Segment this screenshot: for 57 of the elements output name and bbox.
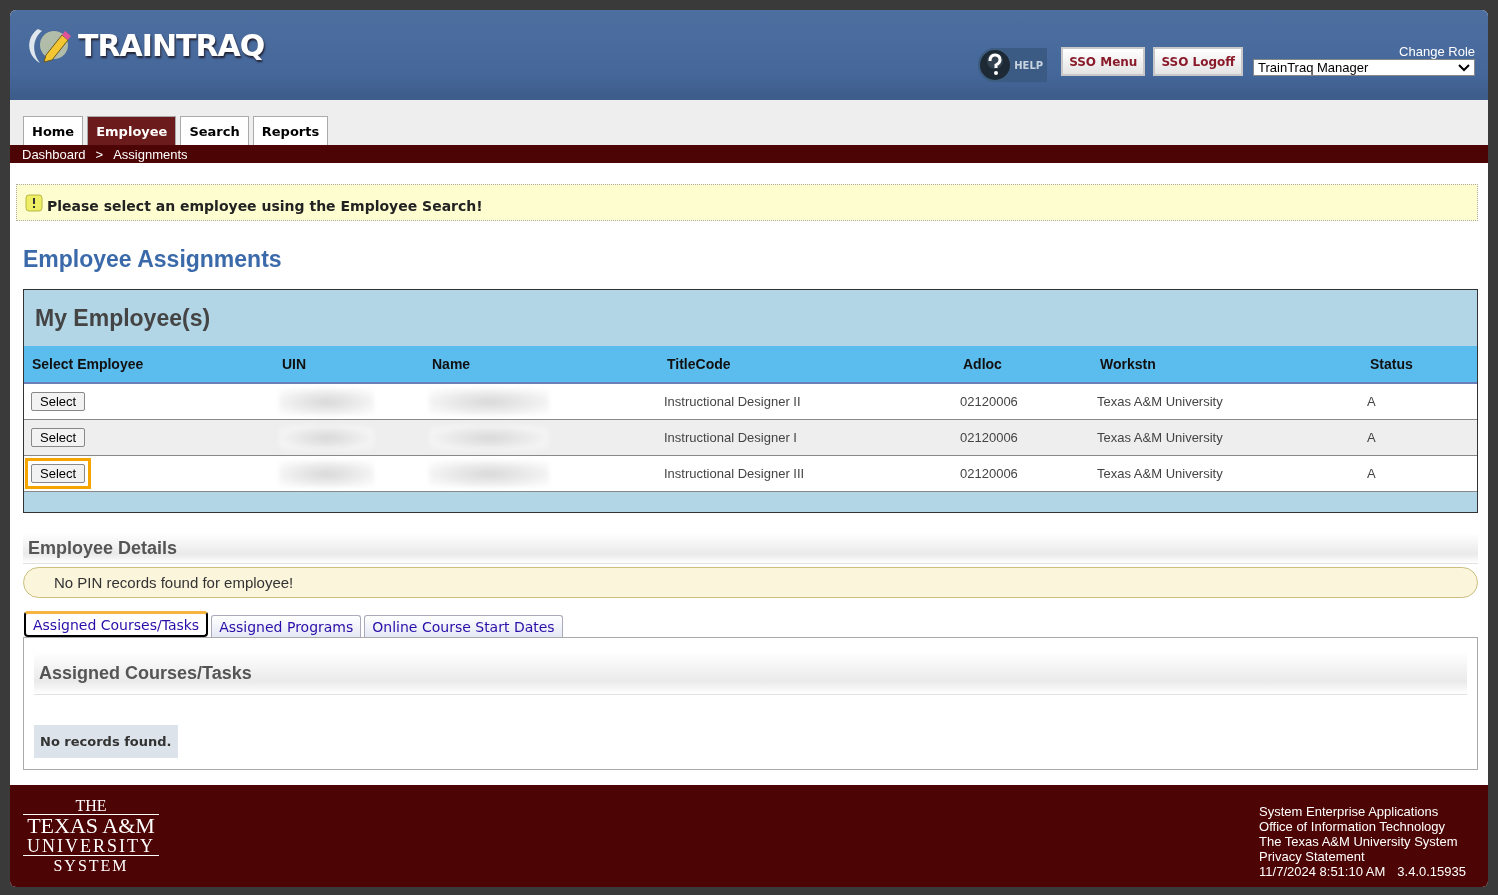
column-header: UIN xyxy=(281,355,308,374)
system-logo-text: TEXAS A&M xyxy=(23,814,159,837)
info-message: No PIN records found for employee! xyxy=(23,567,1478,598)
table-cell: A xyxy=(1367,466,1376,481)
table-cell: Instructional Designer I xyxy=(664,430,797,445)
footer-text: System Enterprise Applications xyxy=(1259,803,1440,819)
system-logo-text: THE xyxy=(75,798,107,814)
content-tab[interactable]: Assigned Courses/Tasks xyxy=(24,611,209,637)
table-cell: 02120006 xyxy=(960,430,1018,445)
table-cell: Texas A&M University xyxy=(1097,466,1223,481)
nav-tab[interactable]: Home xyxy=(23,116,84,145)
column-header: Status xyxy=(1369,355,1414,374)
table-cell: Instructional Designer II xyxy=(664,394,801,409)
nav-tab[interactable]: Employee xyxy=(87,116,177,145)
empty-message: No records found. xyxy=(34,725,178,758)
nav-tab[interactable]: Reports xyxy=(252,116,329,145)
privacy-link[interactable]: Privacy Statement xyxy=(1259,848,1466,864)
table-cell: Texas A&M University xyxy=(1097,394,1223,409)
role-label: Change Role xyxy=(1399,44,1475,59)
panel-title: My Employee(s) xyxy=(34,303,212,333)
alert-text: Please select an employee using the Employee Search! xyxy=(47,196,483,214)
sso-button[interactable]: SSO Logoff xyxy=(1153,47,1243,76)
sso-button[interactable]: SSO Menu xyxy=(1061,47,1146,76)
app-logo: TRAINTRAQ xyxy=(78,27,265,63)
column-header: Name xyxy=(431,355,472,374)
footer-text: Office of Information Technology xyxy=(1259,818,1447,834)
content-tab[interactable]: Online Course Start Dates xyxy=(364,615,563,637)
version-text: 3.4.0.15935 xyxy=(1397,863,1466,879)
role-select[interactable]: TrainTraq Manager xyxy=(1253,59,1475,76)
table-cell: Texas A&M University xyxy=(1097,430,1223,445)
table-cell: 02120006 xyxy=(960,466,1018,481)
select-button[interactable]: Select xyxy=(31,392,86,411)
column-header: Select Employee xyxy=(31,355,145,374)
section-header: Employee Details xyxy=(23,533,1478,564)
table-cell: 02120006 xyxy=(960,394,1018,409)
warning-icon xyxy=(25,193,43,212)
column-header: Adloc xyxy=(962,355,1003,374)
page-title: Employee Assignments xyxy=(23,246,283,273)
help-button[interactable]: HELP xyxy=(978,48,1048,82)
breadcrumb-link[interactable]: Dashboard xyxy=(22,146,86,162)
footer-text: The Texas A&M University System xyxy=(1259,833,1459,849)
help-icon xyxy=(978,48,1013,82)
breadcrumb-separator: > xyxy=(95,146,104,162)
content-tab[interactable]: Assigned Programs xyxy=(211,615,362,637)
chevron-down-icon xyxy=(1458,63,1470,72)
table-cell: Instructional Designer III xyxy=(664,466,805,481)
select-button[interactable]: Select xyxy=(31,464,86,483)
select-button[interactable]: Select xyxy=(31,428,86,447)
timestamp: 11/7/2024 8:51:10 AM xyxy=(1259,863,1386,879)
breadcrumb-link[interactable]: Assignments xyxy=(113,146,188,162)
column-header: Workstn xyxy=(1099,355,1157,374)
table-cell: A xyxy=(1367,394,1376,409)
system-logo-text: UNIVERSITY xyxy=(23,837,159,856)
column-header: TitleCode xyxy=(666,355,732,374)
table-cell: A xyxy=(1367,430,1376,445)
nav-tab[interactable]: Search xyxy=(180,116,249,145)
system-logo-text: SYSTEM xyxy=(53,856,129,874)
